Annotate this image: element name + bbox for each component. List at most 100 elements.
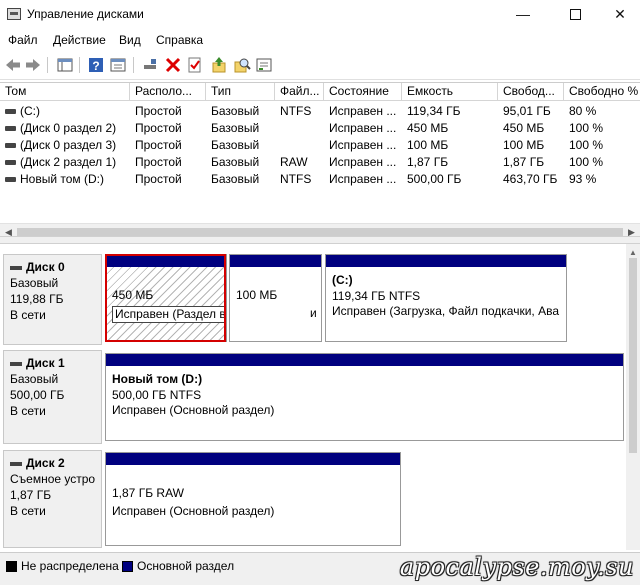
menu-file[interactable]: Файл (8, 33, 38, 47)
legend-bar: Не распределена Основной раздел apocalyp… (0, 552, 640, 585)
selection-highlight (105, 254, 226, 342)
cell-capacity: 119,34 ГБ (407, 104, 461, 118)
volume-icon (5, 126, 16, 132)
column-header-layout[interactable]: Располо... (130, 83, 206, 101)
cell-type: Базовый (211, 155, 260, 169)
pane-splitter[interactable] (0, 236, 640, 244)
disk-icon (10, 265, 22, 270)
svg-text:?: ? (92, 59, 99, 73)
cell-type: Базовый (211, 172, 260, 186)
cell-filesystem (275, 137, 324, 154)
table-row[interactable]: (C:) Простой Базовый NTFS Исправен ... 1… (0, 103, 640, 120)
cell-capacity: 100 МБ (407, 138, 449, 152)
cell-status: Исправен ... (329, 172, 397, 186)
cell-free: 100 МБ (503, 138, 545, 152)
partition-body: Новый том (D:) 500,00 ГБ NTFS Исправен (… (106, 366, 623, 440)
cell-layout: Простой (135, 121, 182, 135)
partition-removable[interactable]: 1,87 ГБ RAW Исправен (Основной раздел) (105, 452, 401, 546)
column-header-status[interactable]: Состояние (324, 83, 402, 101)
disk-type: Съемное устро (10, 472, 96, 486)
column-header-free-percent[interactable]: Свободно % (564, 83, 640, 101)
forward-icon[interactable] (24, 56, 42, 74)
partition-d[interactable]: Новый том (D:) 500,00 ГБ NTFS Исправен (… (105, 353, 624, 441)
column-header-filesystem[interactable]: Файл... (275, 83, 324, 101)
partition-status: и (310, 305, 317, 320)
back-icon[interactable] (4, 56, 22, 74)
cell-free: 95,01 ГБ (503, 104, 551, 118)
cell-status: Исправен ... (329, 138, 397, 152)
column-header-type[interactable]: Тип (206, 83, 275, 101)
partition-body: 100 МБ и (230, 267, 321, 341)
volume-icon (5, 177, 16, 183)
cell-capacity: 500,00 ГБ (407, 172, 462, 186)
cell-status: Исправен ... (329, 104, 397, 118)
cell-status: Исправен ... (329, 155, 397, 169)
cell-volume: Новый том (D:) (0, 171, 130, 188)
disk-icon (10, 361, 22, 366)
disk-name: Диск 1 (26, 356, 65, 370)
check-icon[interactable] (186, 56, 204, 74)
disk-1-info[interactable]: Диск 1 Базовый 500,00 ГБ В сети (3, 350, 102, 444)
cell-type: Базовый (211, 138, 260, 152)
primary-swatch (122, 561, 133, 572)
menu-help[interactable]: Справка (156, 33, 203, 47)
properties-icon[interactable] (109, 56, 127, 74)
disk-status: В сети (10, 404, 46, 418)
cell-volume: (C:) (0, 103, 130, 120)
cell-filesystem: NTFS (280, 172, 312, 186)
export-icon[interactable] (210, 56, 228, 74)
cell-free-percent: 100 % (569, 121, 604, 135)
partition-name: (C:) (332, 273, 353, 287)
toolbar-separator (47, 57, 48, 73)
volume-icon (5, 109, 16, 115)
disk-0-info[interactable]: Диск 0 Базовый 119,88 ГБ В сети (3, 254, 102, 345)
vertical-scrollbar[interactable]: ▲ (626, 244, 640, 550)
partition-body: (C:) 119,34 ГБ NTFS Исправен (Загрузка, … (326, 267, 566, 341)
partition-status: Исправен (Загрузка, Файл подкачки, Ава (332, 304, 559, 318)
partition-size: 100 МБ (236, 288, 278, 302)
cell-free-percent: 93 % (569, 172, 597, 186)
table-row[interactable]: (Диск 2 раздел 1) Простой Базовый RAW Ис… (0, 154, 640, 171)
cell-free-percent: 100 % (569, 138, 604, 152)
column-header-volume[interactable]: Том (0, 83, 130, 101)
scroll-up-icon[interactable]: ▲ (629, 248, 637, 257)
scrollbar-thumb[interactable] (629, 258, 637, 453)
delete-icon[interactable] (164, 56, 182, 74)
toolbar: ? (0, 52, 640, 80)
partition-system[interactable]: 100 МБ и (229, 254, 322, 342)
cell-status: Исправен ... (329, 121, 397, 135)
cell-volume: (Диск 0 раздел 3) (0, 137, 130, 154)
partition-c[interactable]: (C:) 119,34 ГБ NTFS Исправен (Загрузка, … (325, 254, 567, 342)
toolbar-separator (133, 57, 134, 73)
cell-layout: Простой (135, 138, 182, 152)
close-button[interactable]: ✕ (597, 0, 640, 30)
column-header-capacity[interactable]: Емкость (402, 83, 498, 101)
toolbar-separator (79, 57, 80, 73)
table-row[interactable]: Новый том (D:) Простой Базовый NTFS Испр… (0, 171, 640, 188)
column-header-free[interactable]: Свобод... (498, 83, 564, 101)
disk-name: Диск 0 (26, 260, 65, 274)
search-icon[interactable] (233, 56, 251, 74)
maximize-button[interactable] (552, 0, 598, 30)
cell-type: Базовый (211, 104, 260, 118)
minimize-button[interactable]: — (500, 0, 546, 30)
partition-body: 1,87 ГБ RAW Исправен (Основной раздел) (106, 465, 400, 545)
title-bar: Управление дисками — ✕ (0, 0, 640, 30)
partition-name: Новый том (D:) (112, 372, 203, 386)
settings-icon[interactable] (255, 56, 273, 74)
partition-type-bar (106, 354, 623, 366)
connect-icon[interactable] (141, 56, 159, 74)
table-row[interactable]: (Диск 0 раздел 3) Простой Базовый Исправ… (0, 137, 640, 154)
cell-filesystem: NTFS (280, 104, 312, 118)
help-icon[interactable]: ? (87, 56, 105, 74)
table-row[interactable]: (Диск 0 раздел 2) Простой Базовый Исправ… (0, 120, 640, 137)
cell-volume: (Диск 0 раздел 2) (0, 120, 130, 137)
watermark: apocalypse.moy.su (399, 553, 634, 581)
disk-2-info[interactable]: Диск 2 Съемное устро 1,87 ГБ В сети (3, 450, 102, 548)
show-hide-tree-icon[interactable] (56, 56, 74, 74)
menu-view[interactable]: Вид (119, 33, 141, 47)
menu-action[interactable]: Действие (53, 33, 106, 47)
scrollbar-thumb[interactable] (17, 228, 623, 236)
disk-status: В сети (10, 308, 46, 322)
legend-unallocated: Не распределена (21, 559, 119, 573)
